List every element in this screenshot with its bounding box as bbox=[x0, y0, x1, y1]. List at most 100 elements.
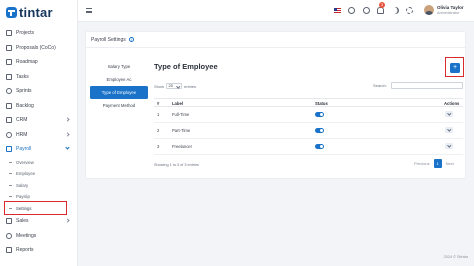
settings-highlight-box bbox=[4, 201, 67, 215]
sidebar-item-reports[interactable]: Reports bbox=[0, 243, 78, 258]
sidebar-nav: Projects Proposals (CoCo) Roadmap Tasks … bbox=[0, 26, 78, 258]
crm-icon bbox=[6, 117, 12, 124]
entries-select[interactable]: 25 bbox=[166, 83, 183, 89]
sidebar-subitem-label: Payslip bbox=[16, 194, 30, 200]
projects-icon bbox=[6, 30, 12, 37]
avatar[interactable] bbox=[424, 5, 434, 15]
user-name[interactable]: Olivia Taylor bbox=[437, 5, 464, 10]
menu-toggle-icon[interactable] bbox=[86, 8, 92, 13]
column-header-label[interactable]: Label bbox=[172, 101, 183, 106]
tab-type-of-employee[interactable]: Type of Employee bbox=[90, 86, 148, 99]
status-toggle[interactable] bbox=[315, 128, 324, 133]
card-header: Payroll Settings i bbox=[86, 32, 465, 48]
row-actions-dropdown[interactable] bbox=[445, 111, 453, 117]
pagination-previous[interactable]: Previous bbox=[414, 161, 430, 166]
row-number: 2 bbox=[157, 128, 160, 133]
sidebar-item-label: Roadmap bbox=[16, 59, 38, 66]
hrm-icon bbox=[6, 131, 12, 138]
sidebar-item-projects[interactable]: Projects bbox=[0, 26, 78, 41]
brand-name: tintar bbox=[19, 4, 53, 20]
entries-length-control: Show 25 entries bbox=[154, 83, 196, 89]
backlog-icon bbox=[6, 102, 12, 109]
bell-icon[interactable] bbox=[377, 7, 384, 14]
table-info: Showing 1 to 3 of 3 entries bbox=[154, 163, 199, 167]
us-flag-icon[interactable] bbox=[334, 8, 341, 13]
row-actions-dropdown[interactable] bbox=[445, 127, 453, 133]
row-number: 1 bbox=[157, 112, 160, 117]
sidebar-item-hrm[interactable]: HRM bbox=[0, 128, 78, 143]
type-of-employee-panel: Type of Employee + Show 25 entries Searc… bbox=[153, 57, 464, 176]
sidebar-item-roadmap[interactable]: Roadmap bbox=[0, 55, 78, 70]
sidebar-subitem-overview[interactable]: Overview bbox=[0, 157, 78, 169]
topbar: 3 Olivia Taylor Administrator bbox=[78, 0, 474, 22]
sidebar-item-label: Proposals (CoCo) bbox=[16, 44, 56, 51]
tab-salary-type[interactable]: Salary Type bbox=[90, 60, 148, 73]
row-label: Part-Time bbox=[172, 128, 191, 133]
footer-copyright: 2024 © Stintar bbox=[443, 255, 468, 259]
show-label: Show bbox=[154, 83, 165, 89]
dash-icon bbox=[9, 184, 12, 186]
roadmap-icon bbox=[6, 59, 12, 66]
sprints-icon bbox=[6, 88, 12, 95]
grid-apps-icon[interactable] bbox=[348, 7, 355, 14]
page-title: Payroll Settings bbox=[91, 37, 126, 43]
chevron-down-icon bbox=[65, 145, 70, 150]
chevron-right-icon bbox=[65, 131, 70, 137]
sidebar-subitem-label: Overview bbox=[16, 159, 34, 165]
sidebar-item-crm[interactable]: CRM bbox=[0, 113, 78, 128]
sidebar-item-proposals[interactable]: Proposals (CoCo) bbox=[0, 41, 78, 56]
sales-icon bbox=[6, 218, 12, 225]
sidebar-item-backlog[interactable]: Backlog bbox=[0, 99, 78, 114]
sidebar-item-sales[interactable]: Sales bbox=[0, 214, 78, 229]
table-row: 3 Freelancer bbox=[154, 139, 463, 155]
column-header-status[interactable]: Status bbox=[315, 101, 328, 106]
sidebar-item-sprints[interactable]: Sprints bbox=[0, 84, 78, 99]
sidebar-item-meetings[interactable]: Meetings bbox=[0, 229, 78, 244]
logo-icon bbox=[6, 6, 17, 18]
settings-tabs: Salary Type Employee Ac Type of Employee… bbox=[90, 60, 148, 112]
sidebar-item-label: Reports bbox=[16, 247, 34, 254]
sidebar-subitem-employee[interactable]: Employee bbox=[0, 168, 78, 180]
gear-icon[interactable] bbox=[406, 7, 413, 14]
sidebar-item-tasks[interactable]: Tasks bbox=[0, 70, 78, 85]
payroll-icon bbox=[6, 146, 12, 153]
table-row: 2 Part-Time bbox=[154, 123, 463, 139]
brand-logo[interactable]: tintar bbox=[6, 4, 53, 20]
status-toggle[interactable] bbox=[315, 144, 324, 149]
dash-icon bbox=[9, 196, 12, 198]
search-input[interactable] bbox=[391, 82, 463, 89]
sidebar-item-label: Meetings bbox=[16, 232, 37, 239]
dash-icon bbox=[9, 161, 12, 163]
pagination-next[interactable]: Next bbox=[446, 161, 454, 166]
tab-employee-account[interactable]: Employee Ac bbox=[90, 73, 148, 86]
sidebar-subitem-label: Salary bbox=[16, 182, 29, 188]
moon-icon[interactable] bbox=[392, 7, 399, 14]
fullscreen-icon[interactable] bbox=[363, 7, 370, 14]
sidebar-item-label: Payroll bbox=[16, 146, 32, 153]
sidebar-item-label: Tasks bbox=[16, 73, 29, 80]
entries-label: entries bbox=[184, 83, 197, 89]
status-toggle[interactable] bbox=[315, 112, 324, 117]
table-row: 1 Full-Time bbox=[154, 107, 463, 123]
row-number: 3 bbox=[157, 144, 160, 149]
sidebar-subitem-salary[interactable]: Salary bbox=[0, 180, 78, 192]
row-label: Freelancer bbox=[172, 144, 193, 149]
row-label: Full-Time bbox=[172, 112, 190, 117]
panel-title: Type of Employee bbox=[154, 62, 218, 71]
add-button[interactable]: + bbox=[450, 63, 460, 73]
notification-badge: 3 bbox=[379, 2, 385, 8]
chevron-right-icon bbox=[65, 218, 70, 223]
sidebar-item-label: HRM bbox=[16, 131, 28, 138]
sidebar-item-payroll[interactable]: Payroll bbox=[0, 142, 78, 157]
payroll-settings-card: Payroll Settings i Salary Type Employee … bbox=[85, 31, 466, 179]
sidebar: tintar Projects Proposals (CoCo) Roadmap… bbox=[0, 0, 78, 266]
column-header-actions: Actions bbox=[444, 101, 460, 106]
pagination-page-1[interactable]: 1 bbox=[433, 159, 442, 168]
column-header-number[interactable]: # bbox=[157, 101, 159, 106]
info-icon[interactable]: i bbox=[129, 37, 134, 42]
row-actions-dropdown[interactable] bbox=[445, 143, 453, 149]
search-label: Search: bbox=[373, 83, 387, 88]
pagination: Previous 1 Next bbox=[414, 159, 454, 168]
table-header: # Label Status Actions bbox=[154, 98, 463, 107]
tab-payment-method[interactable]: Payment Method bbox=[90, 99, 148, 112]
